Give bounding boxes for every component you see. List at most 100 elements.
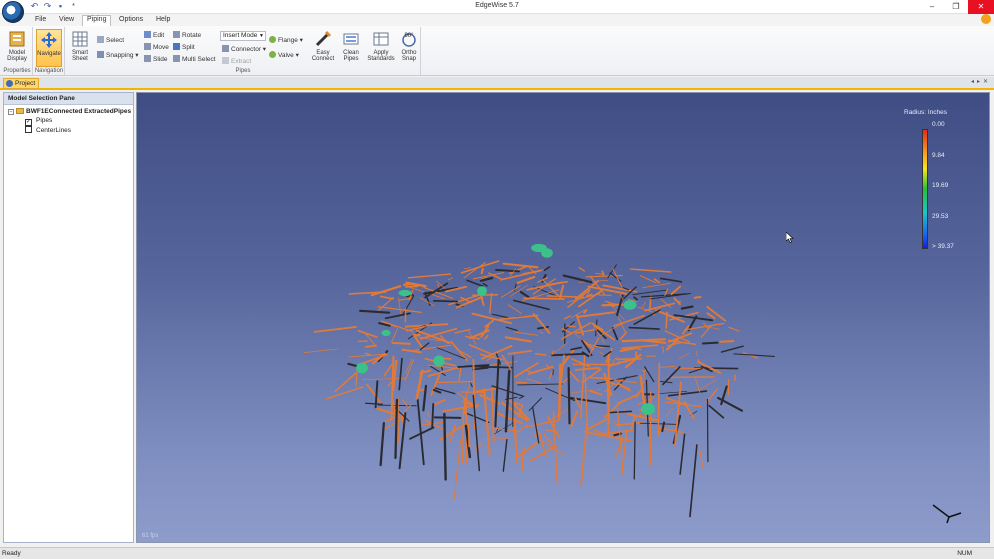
pipe-segment: [432, 399, 446, 406]
pipe-segment: [469, 381, 473, 388]
group-properties: Model Display Properties: [2, 27, 33, 75]
pipe-segment: [387, 381, 392, 387]
pipe-segment: [679, 433, 686, 475]
tree-item-pipes[interactable]: ✓ Pipes: [25, 117, 52, 126]
edit-button[interactable]: Edit: [144, 31, 164, 39]
pipe-segment: [694, 379, 717, 393]
pipe-segment: [678, 352, 690, 359]
pipe-segment: [526, 378, 542, 384]
pipe-segment: [448, 277, 453, 281]
pipe-segment: [643, 370, 645, 385]
apply-standards-button[interactable]: Apply Standards: [366, 29, 396, 67]
snapping-icon: [97, 51, 104, 58]
ortho-snap-button[interactable]: 90° Ortho Snap: [397, 29, 421, 67]
clean-pipes-button[interactable]: Clean Pipes: [338, 29, 364, 67]
pipe-segment: [365, 402, 383, 405]
legend-label: 19.69: [932, 182, 949, 189]
select-icon: [97, 36, 104, 43]
smart-sheet-button[interactable]: Smart Sheet: [67, 29, 93, 67]
pipe-segment: [693, 296, 702, 299]
pipe-segment: [641, 301, 646, 308]
pipe-segment: [550, 352, 586, 357]
pipe-segment: [391, 328, 399, 343]
pipe-segment: [491, 388, 495, 444]
pipe-segment: [633, 421, 636, 480]
pipe-segment: [505, 326, 518, 332]
pipe-segment: [515, 441, 539, 459]
pipe-segment: [648, 294, 652, 311]
pipe-segment: [539, 330, 544, 335]
pipe-segment: [326, 386, 364, 400]
pipe-segment: [696, 350, 698, 357]
snapping-button[interactable]: Snapping ▾: [97, 51, 139, 59]
pipe-segment: [484, 319, 495, 328]
restore-button[interactable]: ❐: [944, 0, 968, 14]
pipe-segment: [426, 412, 431, 418]
menu-view[interactable]: View: [59, 16, 74, 23]
minimize-button[interactable]: –: [920, 0, 944, 14]
pipe-segment: [621, 338, 666, 343]
mouse-cursor-icon: [786, 232, 794, 243]
pipe-segment: [728, 326, 740, 332]
pipe-segment: [689, 444, 698, 518]
valve-marker: [477, 286, 487, 296]
pipe-segment: [576, 311, 616, 318]
tab-project[interactable]: Project: [3, 78, 39, 89]
valve-marker: [531, 243, 547, 253]
valve-button[interactable]: Valve ▾: [269, 51, 299, 59]
menu-options[interactable]: Options: [119, 16, 143, 23]
ortho-snap-90-text: 90°: [404, 33, 414, 39]
extract-button[interactable]: Extract: [222, 57, 251, 65]
tab-scroll-controls[interactable]: ◂▸✕: [971, 78, 991, 85]
pipe-segment: [694, 375, 701, 393]
3d-viewport[interactable]: Radius: Inches 0.00 9.84 19.69 29.53 > 3…: [136, 92, 990, 543]
group-pipes: Smart Sheet Select Snapping ▾ Edit Move …: [66, 27, 421, 75]
pipe-segment: [680, 305, 694, 310]
menu-piping[interactable]: Piping: [82, 15, 112, 26]
tree-item-centerlines[interactable]: CenterLines: [25, 126, 71, 134]
pipe-segment: [412, 333, 421, 337]
menu-help[interactable]: Help: [156, 16, 170, 23]
flange-icon: [269, 36, 276, 43]
insert-mode-dropdown[interactable]: Insert Mode ▼: [220, 31, 266, 41]
slide-button[interactable]: Slide: [144, 55, 167, 63]
legend-color-bar: [922, 129, 928, 249]
pipe-segment: [443, 412, 447, 481]
pipe-segment: [303, 348, 338, 353]
model-display-button[interactable]: Model Display: [4, 29, 30, 67]
valve-icon: [269, 51, 276, 58]
select-button[interactable]: Select: [97, 36, 124, 44]
pipe-segment: [334, 372, 357, 393]
pipe-segment: [366, 383, 382, 404]
close-button[interactable]: ✕: [968, 0, 994, 14]
legend-label: > 39.37: [932, 243, 954, 250]
tree-root-node[interactable]: − BWF1EConnected ExtractedPipes: [8, 108, 131, 115]
pipe-segment: [520, 447, 525, 472]
pipe-segment: [472, 294, 499, 297]
pipe-segment: [580, 420, 589, 486]
rotate-button[interactable]: Rotate: [173, 31, 201, 39]
pipe-segment: [525, 369, 533, 374]
navigate-button[interactable]: Navigate: [36, 29, 62, 67]
split-button[interactable]: Split: [173, 43, 195, 51]
pipe-segment: [588, 389, 603, 396]
easy-connect-button[interactable]: Easy Connect: [309, 29, 337, 67]
pipe-segment: [616, 382, 631, 392]
checkbox-centerlines[interactable]: [25, 126, 32, 133]
app-logo-icon[interactable]: [2, 1, 24, 23]
move-button[interactable]: Move: [144, 43, 169, 51]
flange-button[interactable]: Flange ▾: [269, 36, 303, 44]
connector-button[interactable]: Connector ▾: [222, 45, 266, 53]
menu-file[interactable]: File: [35, 16, 46, 23]
pipe-segment: [384, 312, 411, 320]
collapse-icon[interactable]: −: [8, 109, 14, 115]
pipe-segment: [504, 369, 511, 433]
easy-connect-icon: [315, 30, 332, 47]
pipe-segment: [670, 285, 682, 296]
help-globe-icon[interactable]: [981, 14, 991, 24]
checkbox-pipes[interactable]: ✓: [25, 119, 32, 126]
multi-select-button[interactable]: Multi Select: [173, 55, 216, 63]
pipe-segment: [567, 325, 576, 328]
chevron-down-icon: ▼: [259, 33, 264, 39]
point-cloud-scene[interactable]: [137, 93, 990, 543]
